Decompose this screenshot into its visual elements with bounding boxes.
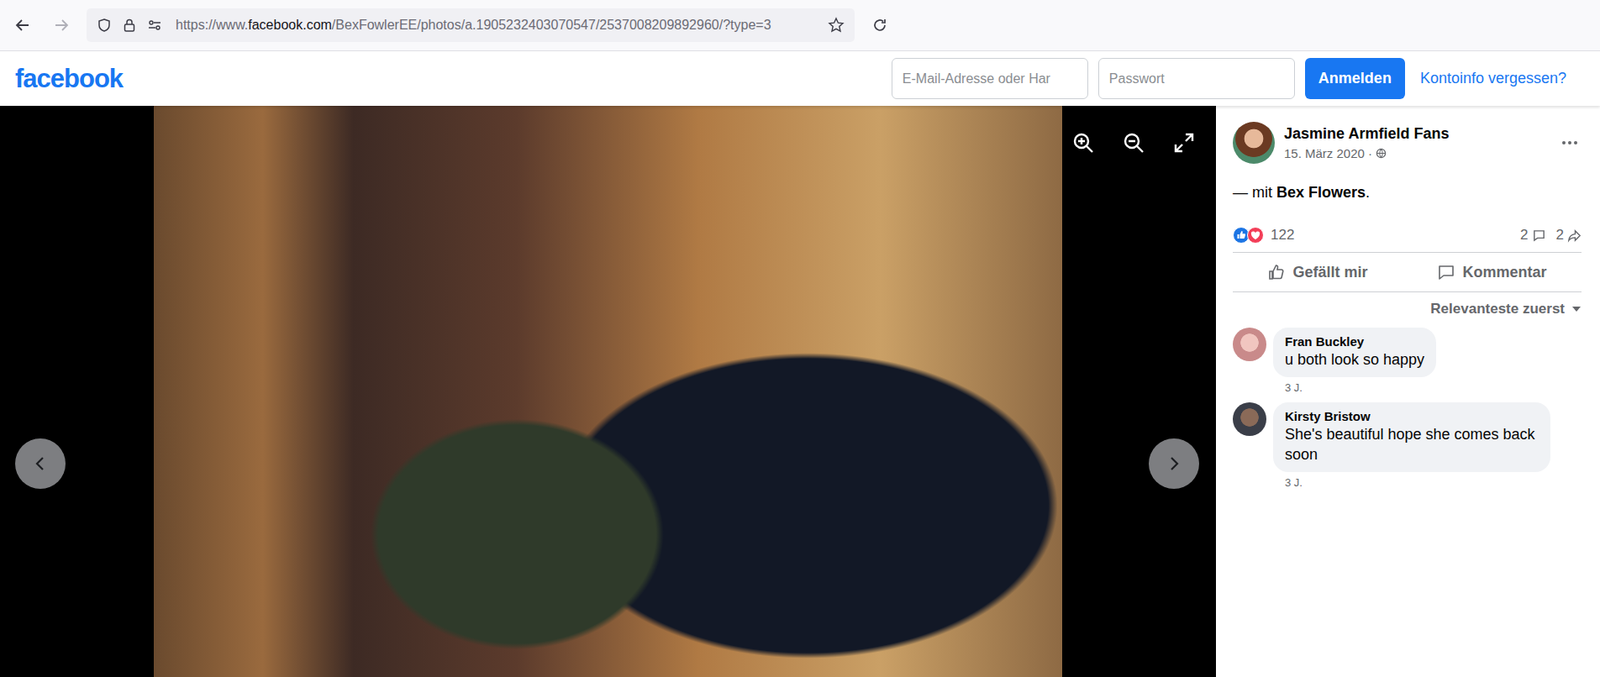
photo-viewer <box>0 105 1216 677</box>
forgot-account-link[interactable]: Kontoinfo vergessen? <box>1420 69 1567 88</box>
comment-text: u both look so happy <box>1284 350 1425 370</box>
tagged-person[interactable]: Bex Flowers <box>1276 184 1366 201</box>
action-button[interactable]: Kommentar <box>1428 259 1555 285</box>
comment-bubble: Kirsty BristowShe's beautiful hope she c… <box>1273 402 1551 473</box>
reaction-count: 122 <box>1270 226 1295 244</box>
next-photo-button[interactable] <box>1148 438 1200 490</box>
comment-author[interactable]: Kirsty Bristow <box>1284 409 1539 424</box>
post-header: Jasmine Armfield Fans 15. März 2020 · <box>1232 121 1582 164</box>
reload-icon[interactable] <box>871 16 889 34</box>
email-input[interactable] <box>891 57 1089 100</box>
comment-count[interactable]: 2 <box>1520 226 1546 244</box>
reactions[interactable]: 122 <box>1232 226 1295 244</box>
post-caption: — mit Bex Flowers. <box>1232 184 1582 202</box>
more-options-icon[interactable] <box>1559 132 1580 153</box>
page-avatar[interactable] <box>1232 121 1275 164</box>
photo-page: Jasmine Armfield Fans 15. März 2020 · — m… <box>0 105 1600 677</box>
page-name[interactable]: Jasmine Armfield Fans <box>1284 125 1551 143</box>
comment-time[interactable]: 3 J. <box>1284 476 1551 490</box>
love-reaction-icon <box>1247 226 1264 244</box>
comment-list: Fran Buckleyu both look so happy 3 J. Kirs… <box>1232 327 1582 490</box>
comment-bubble: Fran Buckleyu both look so happy <box>1273 327 1437 378</box>
facebook-header: facebook Anmelden Kontoinfo vergessen? <box>0 51 1600 106</box>
browser-window: https://www.facebook.com/BexFowlerEE/pho… <box>0 0 1600 677</box>
url-bar[interactable]: https://www.facebook.com/BexFowlerEE/pho… <box>86 8 855 43</box>
url-text[interactable]: https://www.facebook.com/BexFowlerEE/pho… <box>175 17 818 33</box>
chevron-right-icon <box>1163 453 1185 474</box>
post-stats: 122 2 2 <box>1232 226 1582 253</box>
login-button[interactable]: Anmelden <box>1305 57 1406 100</box>
permissions-icon[interactable] <box>147 17 163 33</box>
comment-time[interactable]: 3 J. <box>1284 381 1437 395</box>
comment-bubble-icon <box>1436 263 1456 282</box>
share-count[interactable]: 2 <box>1556 226 1582 244</box>
lock-icon[interactable] <box>121 17 137 33</box>
post-actions: Gefällt mir Kommentar <box>1232 252 1582 293</box>
shield-icon[interactable] <box>96 17 112 33</box>
back-arrow-icon[interactable] <box>14 16 32 34</box>
forward-arrow-icon[interactable] <box>52 16 70 34</box>
browser-toolbar: https://www.facebook.com/BexFowlerEE/pho… <box>0 0 1600 52</box>
globe-icon <box>1375 147 1387 159</box>
comment-author[interactable]: Fran Buckley <box>1284 334 1425 349</box>
comment-icon <box>1531 228 1547 243</box>
post-date[interactable]: 15. März 2020 · <box>1284 146 1551 161</box>
photo[interactable] <box>153 105 1063 677</box>
comment-text: She's beautiful hope she comes back soon <box>1284 425 1539 465</box>
caret-down-icon <box>1571 304 1582 315</box>
zoom-out-icon[interactable] <box>1121 131 1146 155</box>
comment-sort[interactable]: Relevanteste zuerst <box>1232 300 1582 318</box>
action-button[interactable]: Gefällt mir <box>1258 259 1376 285</box>
share-icon <box>1567 228 1582 243</box>
password-input[interactable] <box>1098 57 1295 100</box>
post-panel: Jasmine Armfield Fans 15. März 2020 · — m… <box>1215 105 1600 677</box>
zoom-controls <box>1071 131 1196 155</box>
commenter-avatar[interactable] <box>1232 402 1267 437</box>
fullscreen-icon[interactable] <box>1172 131 1196 155</box>
comment: Kirsty BristowShe's beautiful hope she c… <box>1232 402 1582 490</box>
previous-photo-button[interactable] <box>15 438 66 490</box>
commenter-avatar[interactable] <box>1232 327 1267 362</box>
thumbs-up-icon <box>1267 263 1286 282</box>
comment: Fran Buckleyu both look so happy 3 J. <box>1232 327 1582 395</box>
bookmark-star-icon[interactable] <box>827 16 845 34</box>
facebook-logo[interactable]: facebook <box>15 63 123 95</box>
zoom-in-icon[interactable] <box>1071 131 1095 155</box>
chevron-left-icon <box>30 453 51 474</box>
